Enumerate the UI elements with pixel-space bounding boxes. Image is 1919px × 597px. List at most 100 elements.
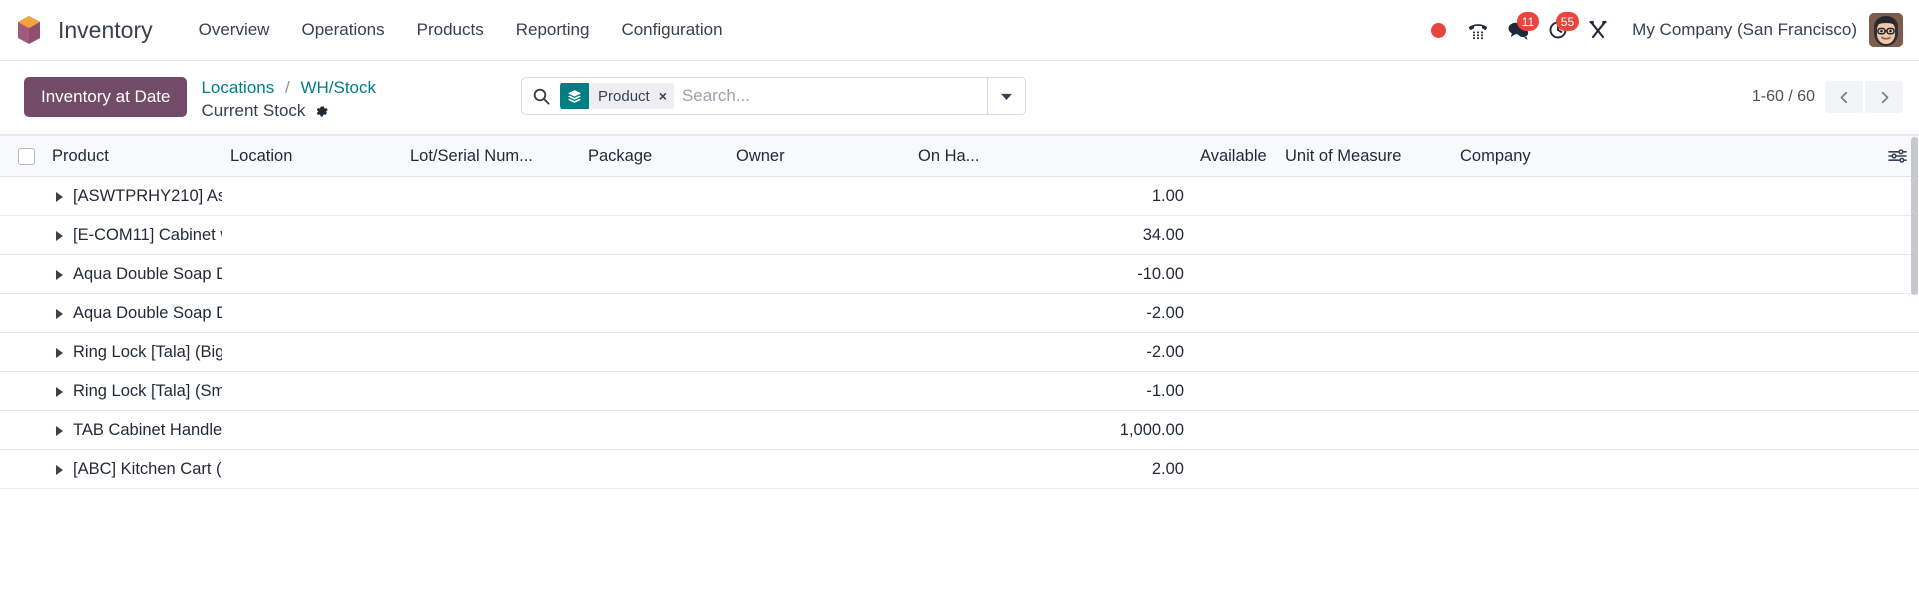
group-expand-caret-icon[interactable] bbox=[56, 347, 63, 358]
group-expand-caret-icon[interactable] bbox=[56, 230, 63, 241]
inventory-app-logo-icon[interactable] bbox=[14, 14, 44, 46]
cell-on-hand: 1,000.00 bbox=[1119, 420, 1184, 439]
pager-range[interactable]: 1-60 / 60 bbox=[1752, 88, 1815, 106]
cell-package bbox=[580, 255, 728, 294]
cell-owner bbox=[728, 372, 910, 411]
group-label: Ring Lock [Tala] (Small) (1) bbox=[73, 382, 222, 400]
tools-wrench-icon[interactable] bbox=[1578, 10, 1618, 50]
group-product-cell[interactable]: Ring Lock [Tala] (Small) (1) bbox=[44, 372, 222, 411]
vertical-scrollbar[interactable] bbox=[1910, 135, 1919, 596]
group-expand-caret-icon[interactable] bbox=[56, 425, 63, 436]
layers-stack-icon bbox=[560, 83, 590, 109]
inventory-at-date-button[interactable]: Inventory at Date bbox=[24, 77, 188, 117]
column-header-lot-serial[interactable]: Lot/Serial Num... bbox=[402, 136, 580, 177]
avatar[interactable] bbox=[1869, 13, 1903, 47]
menu-item-configuration[interactable]: Configuration bbox=[605, 12, 738, 48]
dialpad-phone-icon[interactable] bbox=[1458, 10, 1498, 50]
messaging-bubble-icon[interactable]: 11 bbox=[1498, 10, 1540, 50]
group-expand-caret-icon[interactable] bbox=[56, 386, 63, 397]
column-header-location[interactable]: Location bbox=[222, 136, 402, 177]
pager: 1-60 / 60 bbox=[1752, 81, 1903, 113]
breadcrumb: Locations / WH/Stock Current Stock bbox=[201, 77, 376, 123]
cell-available bbox=[1192, 255, 1277, 294]
top-navbar: Inventory Overview Operations Products R… bbox=[0, 0, 1919, 61]
group-product-cell[interactable]: [ASWTPRHY210] Asian. Water Proofing Hydr… bbox=[44, 177, 222, 216]
cell-company bbox=[1452, 255, 1872, 294]
group-expand-caret-icon[interactable] bbox=[56, 464, 63, 475]
activity-clock-icon[interactable]: 55 bbox=[1538, 10, 1580, 50]
cell-owner bbox=[728, 450, 910, 489]
cell-on-hand: -2.00 bbox=[1146, 342, 1184, 361]
facet-remove-icon[interactable]: × bbox=[659, 88, 667, 104]
breadcrumb-item-locations[interactable]: Locations bbox=[201, 78, 274, 97]
app-name[interactable]: Inventory bbox=[58, 17, 153, 44]
group-expand-caret-icon[interactable] bbox=[56, 269, 63, 280]
column-header-product[interactable]: Product bbox=[44, 136, 222, 177]
group-expand-caret-icon[interactable] bbox=[56, 308, 63, 319]
table-row[interactable]: Aqua Double Soap Dish (High) (1) -2.00 bbox=[0, 293, 1919, 333]
table-row[interactable]: [ASWTPRHY210] Asian. Water Proofing Hydr… bbox=[0, 176, 1919, 216]
group-label: TAB Cabinet Handle (ZC) (Designer) (1) bbox=[73, 421, 222, 439]
select-all-cell bbox=[0, 136, 44, 177]
row-spacer-cell bbox=[0, 216, 44, 255]
group-label: [E-COM11] Cabinet with Doors (2) bbox=[73, 226, 222, 244]
search-input[interactable] bbox=[673, 78, 988, 114]
group-product-cell[interactable]: [ABC] Kitchen Cart (1) bbox=[44, 450, 222, 489]
page-title: Current Stock bbox=[201, 100, 306, 120]
search-icon bbox=[522, 78, 560, 114]
cell-package bbox=[580, 411, 728, 450]
group-product-cell[interactable]: Ring Lock [Tala] (Big) (1) bbox=[44, 333, 222, 372]
table-row[interactable]: [ABC] Kitchen Cart (1) 2.00 bbox=[0, 449, 1919, 489]
menu-item-operations[interactable]: Operations bbox=[285, 12, 400, 48]
column-header-unit-of-measure[interactable]: Unit of Measure bbox=[1277, 136, 1452, 177]
cell-uom bbox=[1277, 255, 1452, 294]
menu-item-reporting[interactable]: Reporting bbox=[500, 12, 606, 48]
column-header-available[interactable]: Available bbox=[1192, 136, 1277, 177]
pager-next-button[interactable] bbox=[1865, 81, 1903, 113]
pager-previous-button[interactable] bbox=[1825, 81, 1863, 113]
search-dropdown-toggle[interactable] bbox=[987, 78, 1026, 114]
cell-on-hand: -2.00 bbox=[1146, 303, 1184, 322]
breadcrumb-item-wh-stock[interactable]: WH/Stock bbox=[300, 78, 376, 97]
table-row[interactable]: [E-COM11] Cabinet with Doors (2) 34.00 bbox=[0, 215, 1919, 255]
cell-location bbox=[222, 333, 402, 372]
group-label: Aqua Double Soap Dish (High) (1) bbox=[73, 304, 222, 322]
column-options-icon[interactable] bbox=[1880, 148, 1911, 164]
column-header-on-hand[interactable]: On Ha... bbox=[910, 136, 1192, 177]
scrollbar-thumb[interactable] bbox=[1911, 137, 1918, 295]
recording-dot-icon[interactable] bbox=[1418, 10, 1458, 50]
cell-uom bbox=[1277, 177, 1452, 216]
group-product-cell[interactable]: [E-COM11] Cabinet with Doors (2) bbox=[44, 216, 222, 255]
cell-on-hand: -1.00 bbox=[1146, 381, 1184, 400]
table-row[interactable]: TAB Cabinet Handle (ZC) (Designer) (1) 1,… bbox=[0, 410, 1919, 450]
cell-lot bbox=[402, 255, 580, 294]
table-row[interactable]: Ring Lock [Tala] (Small) (1) -1.00 bbox=[0, 371, 1919, 411]
search-facet-product[interactable]: Product × bbox=[560, 82, 674, 110]
stock-quant-table: Product Location Lot/Serial Num... Packa… bbox=[0, 135, 1919, 489]
group-label: [ASWTPRHY210] Asian. Water Proofing Hydr… bbox=[73, 187, 222, 205]
cell-location bbox=[222, 411, 402, 450]
cell-location bbox=[222, 450, 402, 489]
gear-icon[interactable] bbox=[314, 104, 329, 119]
menu-item-overview[interactable]: Overview bbox=[183, 12, 286, 48]
group-expand-caret-icon[interactable] bbox=[56, 191, 63, 202]
menu-item-products[interactable]: Products bbox=[401, 12, 500, 48]
group-product-cell[interactable]: Aqua Double Soap Dish (Standard) (1) bbox=[44, 255, 222, 294]
group-label: Aqua Double Soap Dish (Standard) (1) bbox=[73, 265, 222, 283]
cell-on-hand: -10.00 bbox=[1137, 264, 1184, 283]
column-header-company[interactable]: Company bbox=[1452, 136, 1872, 177]
company-switcher[interactable]: My Company (San Francisco) bbox=[1632, 20, 1857, 40]
table-row[interactable]: Aqua Double Soap Dish (Standard) (1) -10.… bbox=[0, 254, 1919, 294]
select-all-checkbox[interactable] bbox=[18, 147, 35, 165]
cell-company bbox=[1452, 177, 1872, 216]
cell-lot bbox=[402, 372, 580, 411]
group-product-cell[interactable]: TAB Cabinet Handle (ZC) (Designer) (1) bbox=[44, 411, 222, 450]
column-header-owner[interactable]: Owner bbox=[728, 136, 910, 177]
cell-company bbox=[1452, 216, 1872, 255]
table-row[interactable]: Ring Lock [Tala] (Big) (1) -2.00 bbox=[0, 332, 1919, 372]
table-header: Product Location Lot/Serial Num... Packa… bbox=[0, 135, 1919, 177]
group-product-cell[interactable]: Aqua Double Soap Dish (High) (1) bbox=[44, 294, 222, 333]
cell-uom bbox=[1277, 333, 1452, 372]
column-header-package[interactable]: Package bbox=[580, 136, 728, 177]
cell-owner bbox=[728, 333, 910, 372]
